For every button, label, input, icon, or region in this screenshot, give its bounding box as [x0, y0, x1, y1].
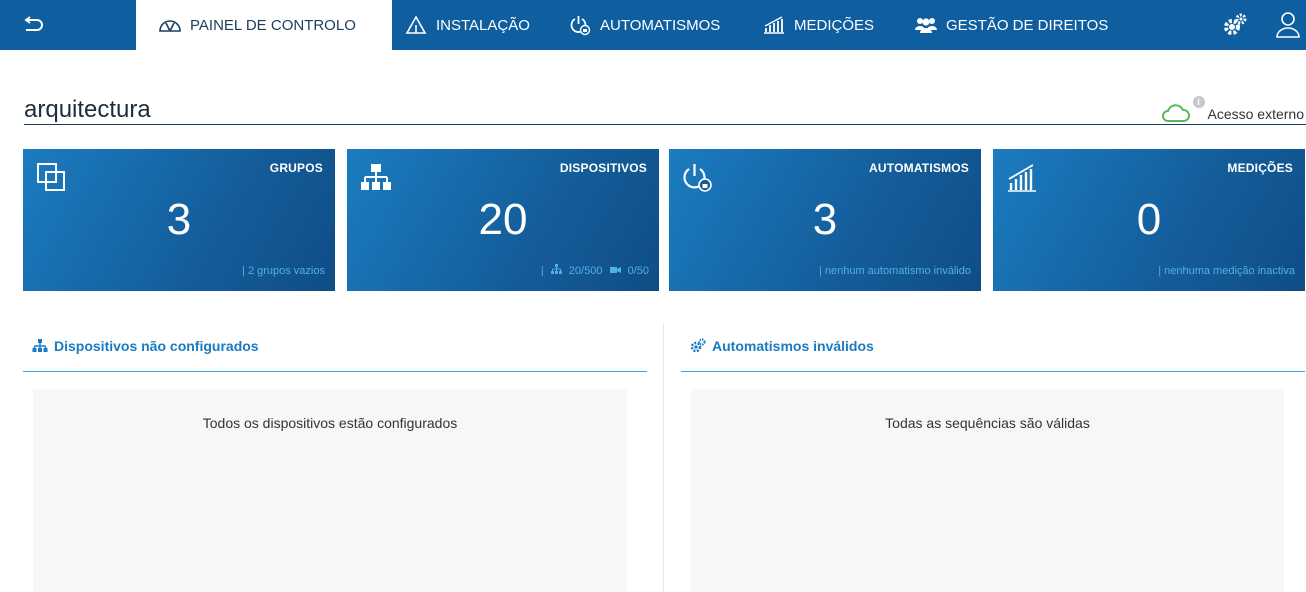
cloud-icon — [1161, 104, 1190, 122]
card-title: GRUPOS — [269, 161, 323, 175]
camera-icon — [609, 267, 621, 273]
page-title: arquitectura — [24, 96, 151, 123]
power-lock-icon — [568, 13, 592, 37]
back-button[interactable] — [0, 0, 136, 50]
card-value: 3 — [166, 195, 192, 244]
external-access-label: Acesso externo — [1207, 106, 1305, 122]
gears-icon — [690, 338, 706, 353]
external-access-button[interactable]: i Acesso externo — [1161, 96, 1305, 124]
panel-divider — [681, 371, 1305, 372]
back-arrow-icon — [24, 16, 43, 31]
tab-gestao-de-direitos[interactable]: GESTÃO DE DIREITOS — [914, 0, 1108, 50]
panel-body-dispositivos: Todos os dispositivos estão configurados — [33, 389, 627, 592]
tab-label: INSTALAÇÃO — [436, 16, 530, 34]
panel-separator — [663, 324, 664, 592]
tab-automatismos[interactable]: AUTOMATISMOS — [568, 0, 720, 50]
card-footer: | nenhum automatismo inválido — [818, 265, 971, 277]
network-tree-icon — [361, 164, 391, 190]
empty-state-message: Todas as sequências são válidas — [885, 415, 1090, 431]
card-footer: | 2 grupos vazios — [242, 265, 325, 277]
panel-title-dispositivos-nao-configurados: Dispositivos não configurados — [32, 338, 259, 354]
user-icon — [1276, 12, 1300, 38]
device-count: 20/500 — [568, 265, 603, 277]
dashboard-gauge-icon — [158, 13, 182, 37]
panel-title-text: Automatismos inválidos — [712, 338, 874, 354]
tab-label: PAINEL DE CONTROLO — [190, 16, 356, 34]
tab-instalacao[interactable]: INSTALAÇÃO — [404, 0, 530, 50]
footer-separator: | — [540, 265, 544, 277]
top-navigation-bar: PAINEL DE CONTROLO INSTALAÇÃO AUTOMATISM… — [0, 0, 1306, 50]
tab-label: AUTOMATISMOS — [600, 16, 721, 34]
gears-icon — [1224, 13, 1247, 35]
card-value: 0 — [1136, 195, 1162, 244]
card-footer: | nenhuma medição inactiva — [1158, 265, 1295, 277]
card-medicoes[interactable]: MEDIÇÕES 0 | nenhuma medição inactiva — [993, 149, 1305, 291]
card-title: AUTOMATISMOS — [869, 161, 969, 175]
panel-title-automatismos-invalidos: Automatismos inválidos — [690, 338, 874, 354]
panel-divider — [23, 371, 647, 372]
camera-count: 0/50 — [627, 265, 649, 277]
device-count-badge: 20/500 — [550, 264, 606, 277]
tab-label: MEDIÇÕES — [794, 16, 875, 34]
card-automatismos[interactable]: AUTOMATISMOS 3 | nenhum automatismo invá… — [669, 149, 981, 291]
card-footer: | 20/500 0/50 — [537, 264, 649, 277]
panel-body-automatismos: Todas as sequências são válidas — [691, 389, 1284, 592]
tab-label: GESTÃO DE DIREITOS — [946, 16, 1109, 34]
card-grupos[interactable]: GRUPOS 3 | 2 grupos vazios — [23, 149, 335, 291]
bar-chart-icon — [762, 13, 786, 37]
card-title: DISPOSITIVOS — [559, 161, 647, 175]
header-divider — [24, 124, 1306, 125]
settings-button[interactable] — [1222, 12, 1248, 38]
groups-icon — [37, 163, 65, 191]
user-profile-button[interactable] — [1274, 10, 1302, 40]
power-lock-icon — [683, 164, 712, 192]
info-icon: i — [1192, 96, 1205, 108]
network-tree-icon — [550, 264, 562, 274]
tab-painel-de-controlo[interactable]: PAINEL DE CONTROLO — [136, 0, 392, 50]
empty-state-message: Todos os dispositivos estão configurados — [202, 415, 458, 431]
panel-title-text: Dispositivos não configurados — [54, 338, 259, 354]
card-value: 20 — [478, 195, 528, 244]
card-title: MEDIÇÕES — [1227, 161, 1293, 175]
tab-medicoes[interactable]: MEDIÇÕES — [762, 0, 874, 50]
bar-chart-icon — [1008, 164, 1036, 192]
users-icon — [914, 13, 938, 37]
house-icon — [404, 13, 428, 37]
card-value: 3 — [812, 195, 838, 244]
card-dispositivos[interactable]: DISPOSITIVOS 20 | 20/500 0/50 — [347, 149, 659, 291]
network-tree-icon — [32, 339, 48, 352]
camera-count-badge: 0/50 — [609, 265, 649, 277]
